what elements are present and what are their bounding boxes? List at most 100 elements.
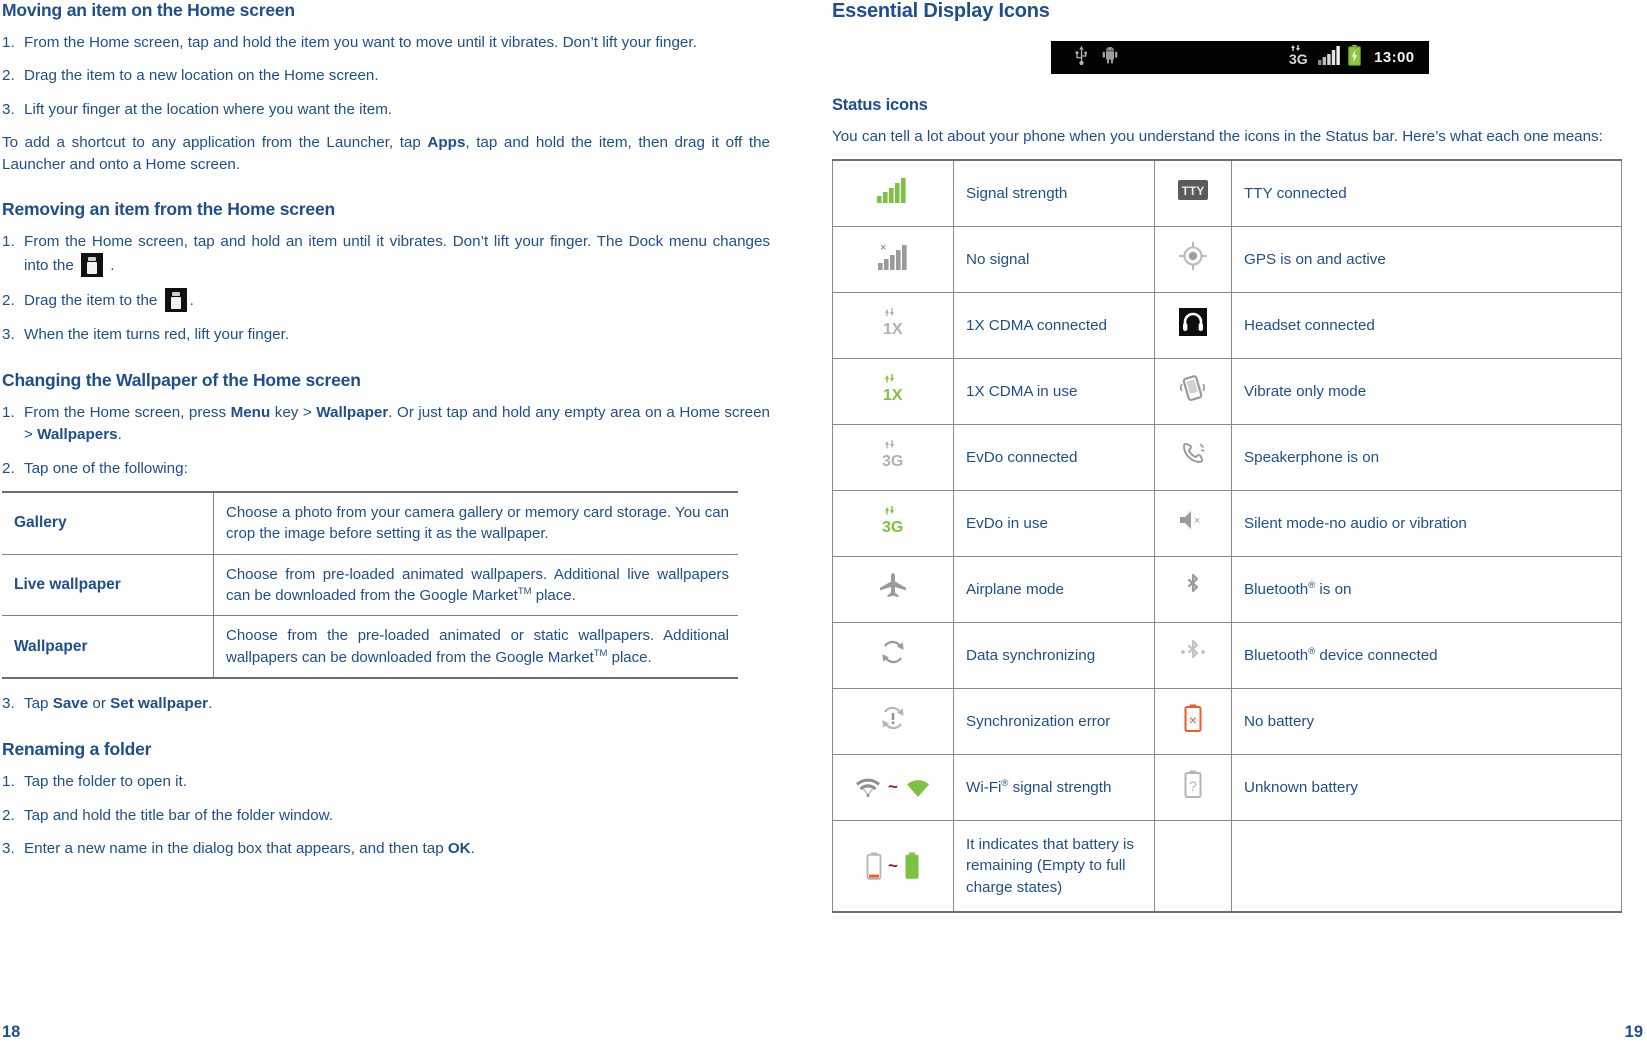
table-cell-label: TTY connected xyxy=(1231,159,1622,227)
silent-mode-icon: × xyxy=(1178,511,1208,536)
statusbar-clock: 13:00 xyxy=(1374,49,1415,66)
list-text: . xyxy=(117,426,122,444)
table-cell-icon: 3G xyxy=(832,423,954,491)
table-cell-icon xyxy=(1154,225,1232,293)
list-item: 2. Tap and hold the title bar of the fold… xyxy=(2,805,770,827)
sync-icon xyxy=(879,641,907,670)
trademark-mark: TM xyxy=(593,647,608,659)
page-number-right: 19 xyxy=(1624,1023,1643,1041)
table-cell-icon: 3G xyxy=(832,489,954,557)
table-cell-label: No signal xyxy=(953,225,1155,293)
evdo-3g-green-icon: 3G xyxy=(876,506,910,538)
bold-save: Save xyxy=(52,694,89,712)
table-cell-label: 1X CDMA in use xyxy=(953,357,1155,425)
table-row: Live wallpaper Choose from pre-loaded an… xyxy=(2,553,738,617)
airplane-icon xyxy=(878,573,908,604)
list-item: 3. Lift your finger at the location where… xyxy=(2,99,770,121)
heading-changing-wallpaper: Changing the Wallpaper of the Home scree… xyxy=(2,370,361,391)
heading-removing-item: Removing an item from the Home screen xyxy=(2,198,335,219)
table-cell-icon xyxy=(832,555,954,623)
svg-text:3G: 3G xyxy=(882,453,903,468)
label-part: device connected xyxy=(1315,646,1438,664)
paragraph-add-shortcut: To add a shortcut to any application fro… xyxy=(2,132,770,177)
signal-bars-icon xyxy=(1318,45,1341,70)
table-cell-icon xyxy=(832,159,954,227)
svg-text:3G: 3G xyxy=(882,519,903,534)
bold-menu: Menu xyxy=(230,404,271,422)
list-number: 3. xyxy=(2,325,15,343)
table-row: Wallpaper Choose from the pre-loaded ani… xyxy=(2,615,738,679)
table-cell-label: Silent mode-no audio or vibration xyxy=(1231,489,1622,557)
range-tilde: ~ xyxy=(888,777,898,797)
table-cell-icon xyxy=(832,687,954,755)
svg-text:×: × xyxy=(880,242,886,254)
signal-bars-green-icon xyxy=(877,178,909,207)
list-text: key > xyxy=(270,404,317,422)
list-item: 3. Tap Save or Set wallpaper. xyxy=(2,693,770,715)
table-cell-label-empty xyxy=(1231,819,1622,914)
table-row: 1X 1X CDMA connected Headset connected xyxy=(832,291,1622,359)
table-row: ~ Wi-Fi® signal strength ? Unknown batte… xyxy=(832,753,1622,821)
statusbar-left-icons xyxy=(1061,45,1118,70)
table-cell-label: Wallpaper xyxy=(2,615,214,679)
list-text: From the Home screen, tap and hold an it… xyxy=(24,232,770,275)
page-title: Essential Display Icons xyxy=(832,0,1050,22)
statusbar-figure: 3G 13:00 xyxy=(832,41,1647,74)
bold-wallpaper: Wallpaper xyxy=(316,404,389,422)
table-row: 3G EvDo in use × Silent mode-no audio or xyxy=(832,489,1622,557)
table-cell-label: It indicates that battery is remaining (… xyxy=(953,819,1155,914)
list-text: Tap one of the following: xyxy=(24,459,188,477)
table-cell-label: Vibrate only mode xyxy=(1231,357,1622,425)
list-text: Tap the folder to open it. xyxy=(24,773,187,791)
list-item: 3. When the item turns red, lift your fin… xyxy=(2,324,770,346)
list-item: 3. Enter a new name in the dialog box tha… xyxy=(2,838,770,860)
sync-error-icon xyxy=(879,707,907,736)
table-row: ~ It indicates that battery is remaining… xyxy=(832,819,1622,914)
battery-charging-icon xyxy=(1348,44,1362,71)
table-cell-label: GPS is on and active xyxy=(1231,225,1622,293)
no-battery-icon: × xyxy=(1184,704,1202,736)
1x-cdma-green-icon: 1X xyxy=(876,374,910,406)
table-cell-icon xyxy=(1154,555,1232,623)
list-text: From the Home screen, tap and hold the i… xyxy=(24,34,697,51)
table-cell-label: Signal strength xyxy=(953,159,1155,227)
list-text: . xyxy=(189,292,194,310)
list-number: 1. xyxy=(2,404,15,422)
svg-text:TTY: TTY xyxy=(1182,184,1205,198)
table-cell-icon-empty xyxy=(1154,819,1232,914)
wifi-range-icon: ~ xyxy=(833,775,953,799)
bold-ok: OK xyxy=(447,839,471,857)
bold-wallpapers: Wallpapers xyxy=(37,426,118,444)
svg-text:3G: 3G xyxy=(1289,51,1308,65)
trash-dock-icon xyxy=(81,253,104,278)
table-cell-label: 1X CDMA connected xyxy=(953,291,1155,359)
table-cell-icon: × xyxy=(832,225,954,293)
table-row: Airplane mode Bluetooth® is on xyxy=(832,555,1622,623)
desc-part: place. xyxy=(531,587,576,605)
list-text: Drag the item to a new location on the H… xyxy=(24,67,379,85)
list-item: 1. From the Home screen, tap and hold the… xyxy=(2,32,770,54)
table-row: Synchronization error × No battery xyxy=(832,687,1622,755)
list-text: When the item turns red, lift your finge… xyxy=(24,325,290,343)
page-number-left: 18 xyxy=(2,1023,21,1041)
table-row: Data synchronizing Bluetooth® device con… xyxy=(832,621,1622,689)
table-cell-label: Wi-Fi® signal strength xyxy=(953,753,1155,821)
heading-renaming-folder: Renaming a folder xyxy=(2,739,152,760)
svg-text:1X: 1X xyxy=(883,387,903,402)
table-cell-label: Synchronization error xyxy=(953,687,1155,755)
table-cell-icon: × xyxy=(1154,687,1232,755)
list-number: 3. xyxy=(2,100,15,118)
table-cell-label: Bluetooth® is on xyxy=(1231,555,1622,623)
speakerphone-icon xyxy=(1179,443,1207,472)
list-item: 1. From the Home screen, press Menu key >… xyxy=(2,402,770,447)
table-cell-icon: 1X xyxy=(832,357,954,425)
android-robot-icon xyxy=(1102,46,1118,69)
table-cell-icon: ~ xyxy=(832,753,954,821)
table-cell-label: Bluetooth® device connected xyxy=(1231,621,1622,689)
heading-moving-item: Moving an item on the Home screen xyxy=(2,0,295,20)
list-text: Enter a new name in the dialog box that … xyxy=(24,839,448,857)
list-number: 2. xyxy=(2,806,15,824)
table-cell-description: Choose a photo from your camera gallery … xyxy=(213,491,738,555)
status-icons-table: Signal strength TTY TTY connected × No s… xyxy=(832,159,1622,914)
table-cell-label: Data synchronizing xyxy=(953,621,1155,689)
